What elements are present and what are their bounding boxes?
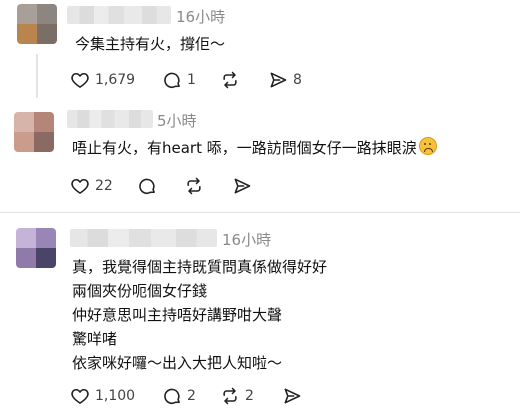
- share-icon: [270, 72, 287, 88]
- reply-post: 5小時 唔止有火，有heart 㖭，一路訪問個女仔一路抹眼淚 22: [0, 104, 520, 204]
- post-text-line-text: 唔止有火，有heart 㖭，一路訪問個女仔一路抹眼淚: [72, 139, 417, 157]
- post-text-line: 驚咩啫: [72, 330, 118, 348]
- heart-icon: [71, 72, 89, 88]
- post-text-line: 兩個夾份呃個女仔錢: [72, 282, 208, 300]
- comment-count: 2: [187, 388, 196, 404]
- post-text-line: 仲好意思叫主持唔好講野咁大聲: [72, 306, 283, 324]
- share-count: 8: [293, 72, 302, 88]
- repost-count: 2: [245, 388, 254, 404]
- like-count: 1,679: [95, 72, 136, 88]
- username-blurred[interactable]: [70, 229, 217, 247]
- like-count: 1,100: [95, 388, 136, 404]
- post-timestamp: 5小時: [157, 112, 197, 130]
- repost-icon: [223, 387, 237, 405]
- comment-button[interactable]: 1: [162, 68, 196, 92]
- repost-button[interactable]: 2: [220, 384, 254, 408]
- post-actions: 22: [70, 174, 270, 198]
- repost-button[interactable]: [184, 174, 204, 198]
- post-actions: 1,679 1 8: [70, 68, 320, 92]
- divider: [0, 212, 520, 213]
- comment-icon: [164, 72, 180, 88]
- comment-button[interactable]: 2: [162, 384, 196, 408]
- avatar[interactable]: [14, 112, 54, 152]
- comment-count: 1: [187, 72, 196, 88]
- username-blurred[interactable]: [67, 110, 153, 128]
- thread-line: [36, 54, 38, 98]
- post-text-line: 真，我覺得個主持既質問真係做得好好: [72, 258, 328, 276]
- post-text: 唔止有火，有heart 㖭，一路訪問個女仔一路抹眼淚: [72, 136, 437, 160]
- post-actions: 1,100 2 2: [70, 384, 320, 408]
- avatar[interactable]: [16, 228, 56, 268]
- share-button[interactable]: [232, 174, 252, 198]
- post-timestamp: 16小時: [222, 231, 272, 249]
- comment-icon: [139, 178, 155, 194]
- repost-icon: [187, 177, 201, 195]
- share-icon: [234, 178, 251, 194]
- share-button[interactable]: [282, 384, 302, 408]
- comment-icon: [164, 388, 180, 404]
- heart-icon: [71, 388, 89, 404]
- post-timestamp: 16小時: [176, 8, 226, 26]
- reply-post: 16小時 今集主持有火，撐佢～ 1,679 1 8: [0, 0, 520, 98]
- like-button[interactable]: 1,100: [70, 384, 135, 408]
- crying-face-emoji-icon: [418, 137, 437, 155]
- repost-button[interactable]: [220, 68, 240, 92]
- like-count: 22: [95, 178, 113, 194]
- post-text-line: 唔止有火，有heart 㖭，一路訪問個女仔一路抹眼淚: [72, 136, 437, 160]
- post-text: 真，我覺得個主持既質問真係做得好好 兩個夾份呃個女仔錢 仲好意思叫主持唔好講野咁…: [72, 255, 327, 375]
- reply-post: 16小時 真，我覺得個主持既質問真係做得好好 兩個夾份呃個女仔錢 仲好意思叫主持…: [0, 222, 520, 420]
- post-text-line: 依家咪好囉～出入大把人知啦～: [72, 354, 283, 372]
- repost-icon: [223, 71, 237, 89]
- like-button[interactable]: 1,679: [70, 68, 135, 92]
- comment-button[interactable]: [137, 174, 157, 198]
- post-text: 今集主持有火，撐佢～: [75, 32, 225, 56]
- username-blurred[interactable]: [67, 6, 171, 24]
- share-icon: [284, 388, 301, 404]
- like-button[interactable]: 22: [70, 174, 113, 198]
- post-text-line: 今集主持有火，撐佢～: [75, 35, 226, 53]
- heart-icon: [71, 178, 89, 194]
- share-button[interactable]: 8: [268, 68, 302, 92]
- avatar[interactable]: [17, 4, 57, 44]
